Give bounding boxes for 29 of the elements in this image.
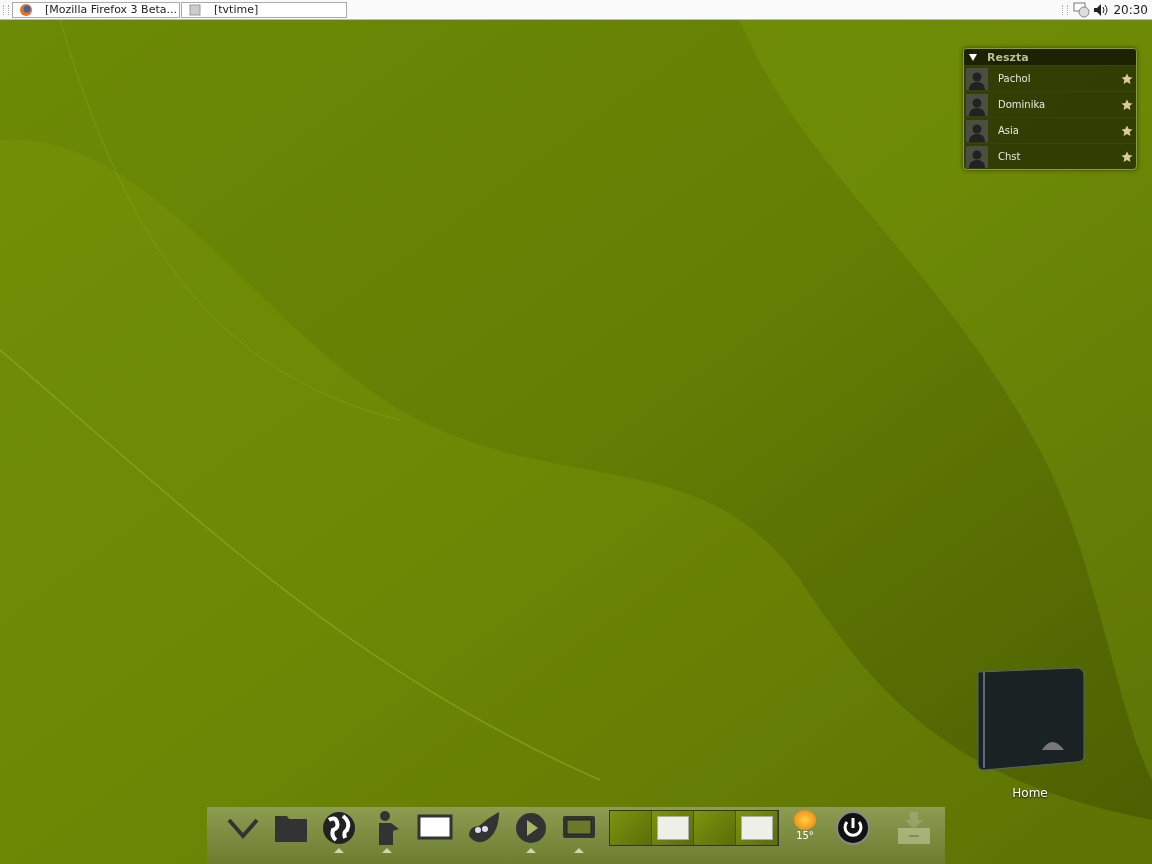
widget-header[interactable]: Reszta <box>964 49 1136 65</box>
avatar-silhouette-icon <box>966 119 988 142</box>
power-icon[interactable] <box>835 810 871 846</box>
panel-grip-icon[interactable] <box>1062 4 1069 15</box>
contact-name[interactable]: Dominika <box>988 99 1121 110</box>
play-icon[interactable] <box>513 810 549 846</box>
desktop-icon-label[interactable]: Home <box>1012 786 1048 800</box>
temperature: 15° <box>796 830 814 841</box>
expand-triangle-icon[interactable] <box>969 53 977 61</box>
contact-name[interactable]: Asia <box>988 125 1121 136</box>
taskbar-button[interactable]: [tvtime] <box>181 1 347 18</box>
window-thumbnail <box>740 816 773 840</box>
window-icon <box>188 2 202 17</box>
star-icon[interactable] <box>1121 98 1133 111</box>
contact-name[interactable]: Pachol <box>988 73 1121 84</box>
star-icon[interactable] <box>1121 72 1133 85</box>
contact-name[interactable]: Chst <box>988 151 1121 162</box>
star-icon[interactable] <box>1121 150 1133 163</box>
avatar-silhouette-icon <box>966 93 988 116</box>
avatar-silhouette-icon <box>966 67 988 90</box>
widget-title: Reszta <box>987 50 1029 64</box>
window-thumbnail <box>656 816 689 840</box>
clock[interactable]: 20:30 <box>1113 2 1148 17</box>
panel-grip-icon[interactable] <box>3 4 9 15</box>
star-icon[interactable] <box>1121 124 1133 137</box>
volume-icon[interactable] <box>1093 2 1110 17</box>
desktop-pager[interactable] <box>609 810 779 846</box>
taskbar-button[interactable]: [Mozilla Firefox 3 Beta... <box>12 1 180 18</box>
avatar-silhouette-icon <box>966 145 988 168</box>
